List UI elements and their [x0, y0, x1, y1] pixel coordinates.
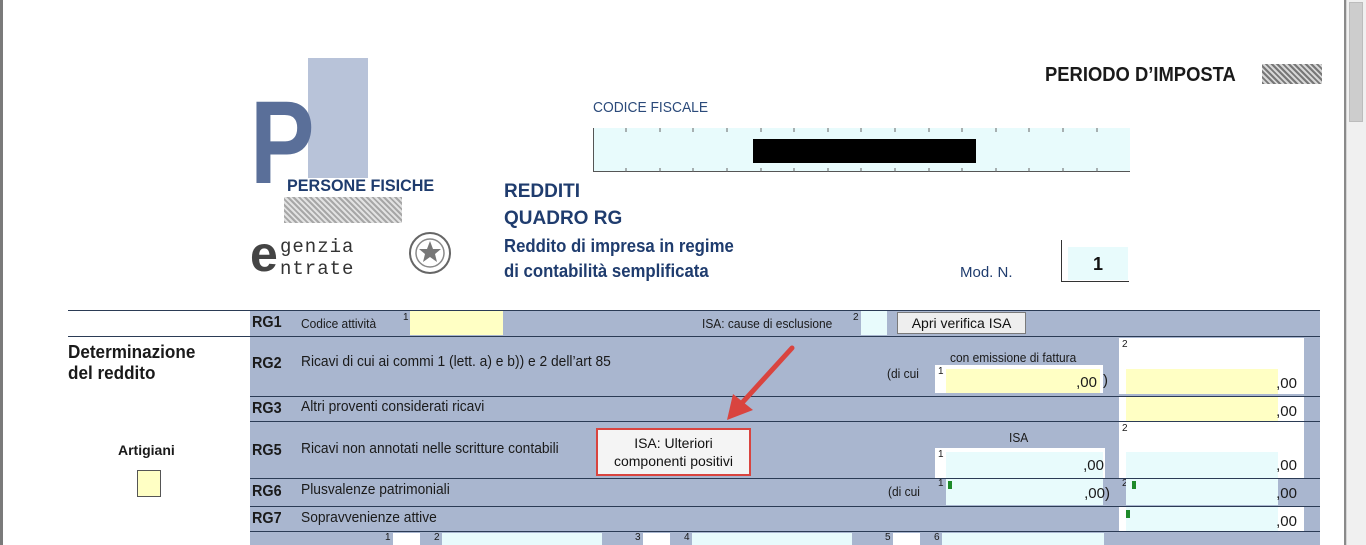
rg3-code: RG3	[252, 400, 282, 417]
artigiani-checkbox[interactable]	[137, 470, 161, 497]
rg5-label: Ricavi non annotati nelle scritture cont…	[301, 440, 559, 457]
artigiani-label: Artigiani	[118, 442, 175, 458]
row-separator	[250, 336, 1320, 337]
rg2-field2-number: 2	[1122, 339, 1128, 350]
rg1-code: RG1	[252, 314, 282, 331]
rg2-field1-close: )	[1103, 372, 1108, 389]
bottom-field-number: 1	[385, 532, 391, 543]
rg2-field1-number: 1	[938, 366, 944, 377]
logo-year-obscured	[284, 197, 402, 223]
apri-verifica-isa-button[interactable]: Apri verifica ISA	[897, 312, 1026, 334]
callout-line2: componenti positivi	[613, 453, 734, 469]
rg1-field1-number: 1	[403, 312, 409, 323]
section-left-line	[68, 336, 250, 337]
subtitle-line1: Reddito di impresa in regime	[504, 236, 734, 256]
rg6-label: Plusvalenze patrimoniali	[301, 481, 450, 498]
bottom-field4[interactable]	[692, 533, 852, 545]
rg3-field-value: ,00	[1276, 403, 1297, 420]
title-redditi: REDDITI	[504, 181, 580, 202]
rg5-field1-number: 1	[938, 449, 944, 460]
rg5-code: RG5	[252, 442, 282, 459]
section-title-line1: Determinazione	[68, 342, 196, 362]
rg7-code: RG7	[252, 510, 282, 527]
rg3-label: Altri proventi considerati ricavi	[301, 398, 485, 415]
codice-fiscale-redacted	[753, 139, 976, 163]
rg6-dicui-label: (di cui	[888, 484, 920, 499]
rg2-dicui-label: (di cui	[887, 366, 919, 381]
title-quadro: QUADRO RG	[504, 208, 623, 229]
rg5-isa-header: ISA	[1009, 430, 1029, 445]
rg7-field-value: ,00	[1276, 513, 1297, 530]
rg6-code: RG6	[252, 483, 282, 500]
rg5-field2-value: ,00	[1276, 457, 1297, 474]
rg1-field2-number: 2	[853, 312, 859, 323]
rg6-field2-value: ,00	[1276, 485, 1297, 502]
rg7-field-flag	[1126, 510, 1130, 518]
rg1-codice-attivita-input[interactable]	[410, 311, 503, 335]
logo-persone-fisiche: PERSONE FISICHE	[287, 176, 435, 195]
bottom-field6[interactable]	[942, 533, 1104, 545]
republic-emblem-icon	[409, 232, 451, 274]
subtitle-line2: di contabilità semplificata	[504, 261, 709, 281]
mod-n-value: 1	[1092, 254, 1103, 274]
rg2-field2-value: ,00	[1276, 375, 1297, 392]
isa-ulteriori-componenti-callout: ISA: Ulteriori componenti positivi	[596, 428, 751, 476]
rg1-isa-cause-input[interactable]	[861, 311, 887, 335]
rg5-field2-number: 2	[1122, 423, 1128, 434]
rg6-field1-value: ,00)	[1084, 485, 1110, 502]
rg1-label: Codice attività	[301, 316, 377, 331]
vertical-scrollbar[interactable]	[1346, 0, 1366, 545]
rg6-field1-number: 1	[938, 478, 944, 489]
periodo-imposta-label: PERIODO D’IMPOSTA	[1045, 64, 1236, 86]
logo-f-block	[308, 58, 368, 178]
bottom-field-number: 3	[635, 532, 641, 543]
bottom-field-number: 4	[684, 532, 690, 543]
bottom-field1[interactable]	[393, 533, 420, 545]
rg6-field1-flag	[948, 481, 952, 489]
bottom-field3[interactable]	[643, 533, 670, 545]
rg5-field1-value: ,00	[1083, 457, 1104, 474]
callout-line1: ISA: Ulteriori	[634, 435, 713, 451]
window-border-left	[0, 0, 3, 545]
bottom-field-number: 6	[934, 532, 940, 543]
agenzia-text-line1: genzia	[280, 236, 355, 258]
scrollbar-thumb[interactable]	[1349, 2, 1363, 122]
agenzia-e-glyph: e	[250, 226, 278, 282]
agenzia-text-line2: ntrate	[280, 258, 355, 280]
rg2-field1-value: ,00	[1076, 374, 1097, 391]
periodo-year-obscured	[1262, 64, 1322, 84]
bottom-field5[interactable]	[893, 533, 920, 545]
rg6-field2-flag	[1132, 481, 1136, 489]
codice-fiscale-label: CODICE FISCALE	[593, 99, 709, 116]
mod-n-label: Mod. N.	[960, 264, 1013, 281]
annotation-arrow-icon	[727, 345, 795, 420]
row-separator	[250, 531, 1320, 532]
section-title-line2: del reddito	[68, 363, 156, 383]
rg2-code: RG2	[252, 355, 282, 372]
bottom-field2[interactable]	[442, 533, 602, 545]
bottom-field-number: 2	[434, 532, 440, 543]
bottom-field-number: 5	[885, 532, 891, 543]
rg2-emissione-label: con emissione di fattura	[950, 350, 1077, 365]
rg1-isa-label: ISA: cause di esclusione	[702, 316, 833, 331]
rg7-label: Sopravvenienze attive	[301, 509, 437, 526]
rg2-label: Ricavi di cui ai commi 1 (lett. a) e b))…	[301, 353, 611, 370]
